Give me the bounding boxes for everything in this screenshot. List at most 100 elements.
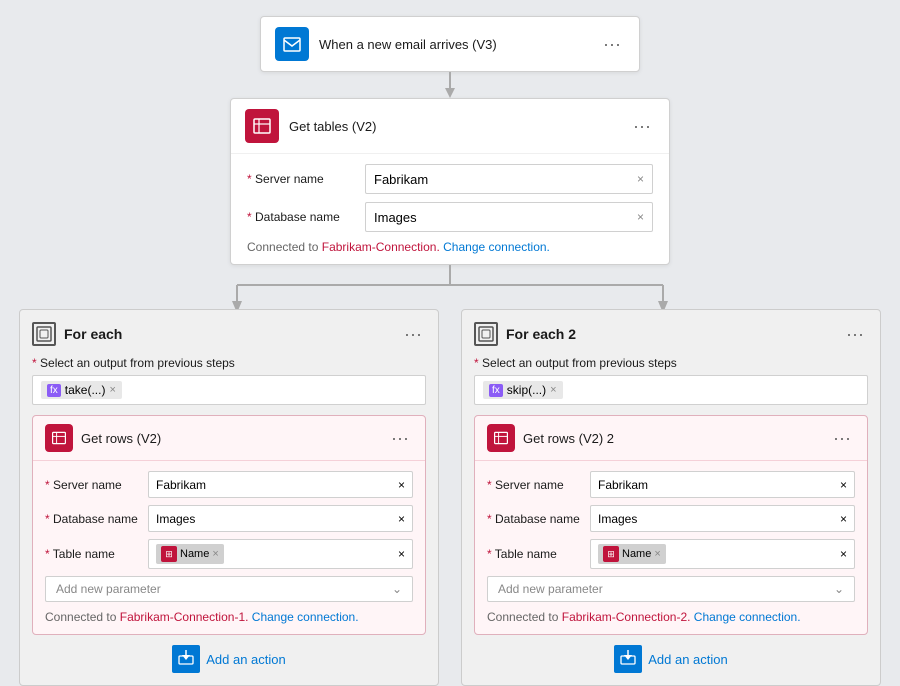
foreach-1-header: For each ··· (32, 322, 426, 346)
database-label: Database name (247, 210, 357, 224)
foreach-1-tag: fx take(...) × (41, 381, 122, 399)
gr1-server-clear[interactable]: × (398, 478, 405, 492)
get-rows-1-body: Server name Fabrikam × Database name Ima… (33, 461, 425, 634)
foreach-2-more-button[interactable]: ··· (842, 325, 868, 343)
gr1-server-label: Server name (45, 478, 140, 492)
foreach-2-add-action-icon (614, 645, 642, 673)
foreach-1-tag-close[interactable]: × (109, 384, 115, 396)
get-rows-1-card: Get rows (V2) ··· Server name Fabrikam × (32, 415, 426, 635)
foreach-2-add-action[interactable]: Add an action (474, 645, 868, 673)
foreach-1-container: For each ··· Select an output from previ… (19, 309, 439, 686)
get-rows-2-icon (487, 424, 515, 452)
get-rows-2-header: Get rows (V2) 2 ··· (475, 416, 867, 461)
gr2-add-param[interactable]: Add new parameter ⌄ (487, 576, 855, 602)
branches-wrapper: For each ··· Select an output from previ… (19, 309, 881, 686)
gr2-table-label: Table name (487, 547, 582, 561)
foreach-2-tag-icon: fx (489, 384, 503, 397)
server-input[interactable]: Fabrikam × (365, 164, 653, 194)
foreach-2-tag: fx skip(...) × (483, 381, 563, 399)
gr1-table-label: Table name (45, 547, 140, 561)
get-tables-connection: Connected to Fabrikam-Connection. Change… (247, 240, 653, 254)
gr2-db-clear[interactable]: × (840, 512, 847, 526)
foreach-1-title: For each (64, 326, 392, 342)
foreach-1-more-button[interactable]: ··· (400, 325, 426, 343)
foreach-2-output-select[interactable]: fx skip(...) × (474, 375, 868, 405)
gr2-db-row: Database name Images × (487, 505, 855, 532)
get-tables-title: Get tables (V2) (289, 119, 619, 134)
gr1-server-input[interactable]: Fabrikam × (148, 471, 413, 498)
get-rows-1-header: Get rows (V2) ··· (33, 416, 425, 461)
get-tables-connection-link[interactable]: Fabrikam-Connection. (322, 240, 440, 254)
gr1-table-input[interactable]: ⊞ Name × × (148, 539, 413, 569)
get-rows-1-more-button[interactable]: ··· (387, 429, 413, 447)
trigger-more-button[interactable]: ··· (599, 35, 625, 53)
foreach-1-icon (32, 322, 56, 346)
gr2-server-input[interactable]: Fabrikam × (590, 471, 855, 498)
trigger-card: When a new email arrives (V3) ··· (260, 16, 640, 72)
database-field-row: Database name Images × (247, 202, 653, 232)
gr1-connection-link[interactable]: Fabrikam-Connection-1. (120, 610, 249, 624)
get-rows-1-title: Get rows (V2) (81, 431, 379, 446)
get-rows-2-card: Get rows (V2) 2 ··· Server name Fabrikam… (474, 415, 868, 635)
foreach-2-tag-close[interactable]: × (550, 384, 556, 396)
get-rows-2-title: Get rows (V2) 2 (523, 431, 821, 446)
gr2-db-input[interactable]: Images × (590, 505, 855, 532)
gr2-server-label: Server name (487, 478, 582, 492)
gr1-change-connection[interactable]: Change connection. (252, 610, 359, 624)
get-rows-1-icon (45, 424, 73, 452)
gr1-connection: Connected to Fabrikam-Connection-1. Chan… (45, 610, 413, 624)
foreach-1-output-label: Select an output from previous steps (32, 356, 426, 370)
foreach-2-icon (474, 322, 498, 346)
foreach-1-add-action[interactable]: Add an action (32, 645, 426, 673)
trigger-icon (275, 27, 309, 61)
gr1-table-row: Table name ⊞ Name × × (45, 539, 413, 569)
trigger-title: When a new email arrives (V3) (319, 37, 589, 52)
foreach-1-output-select[interactable]: fx take(...) × (32, 375, 426, 405)
gr2-table-row: Table name ⊞ Name × × (487, 539, 855, 569)
gr2-connection-link[interactable]: Fabrikam-Connection-2. (562, 610, 691, 624)
gr1-table-clear[interactable]: × (398, 547, 405, 561)
foreach-1-tag-label: take(...) (65, 383, 106, 397)
get-tables-icon (245, 109, 279, 143)
get-rows-2-body: Server name Fabrikam × Database name Ima… (475, 461, 867, 634)
get-rows-2-more-button[interactable]: ··· (829, 429, 855, 447)
foreach-2-add-action-label: Add an action (648, 652, 728, 667)
gr2-connection: Connected to Fabrikam-Connection-2. Chan… (487, 610, 855, 624)
gr2-table-clear[interactable]: × (840, 547, 847, 561)
gr1-db-clear[interactable]: × (398, 512, 405, 526)
gr2-table-input[interactable]: ⊞ Name × × (590, 539, 855, 569)
gr1-add-param[interactable]: Add new parameter ⌄ (45, 576, 413, 602)
server-clear-button[interactable]: × (637, 172, 644, 186)
connector-arrow-1 (444, 72, 456, 98)
get-tables-body: Server name Fabrikam × Database name Ima… (231, 154, 669, 264)
gr2-db-label: Database name (487, 512, 582, 526)
server-field-row: Server name Fabrikam × (247, 164, 653, 194)
database-clear-button[interactable]: × (637, 210, 644, 224)
get-tables-header: Get tables (V2) ··· (231, 99, 669, 154)
gr1-server-row: Server name Fabrikam × (45, 471, 413, 498)
get-tables-more-button[interactable]: ··· (629, 117, 655, 135)
foreach-1-tag-icon: fx (47, 384, 61, 397)
gr2-table-tag: ⊞ Name × (598, 544, 666, 564)
foreach-2-title: For each 2 (506, 326, 834, 342)
gr2-table-tag-icon: ⊞ (603, 546, 619, 562)
get-tables-change-connection[interactable]: Change connection. (443, 240, 550, 254)
gr1-db-input[interactable]: Images × (148, 505, 413, 532)
foreach-2-tag-label: skip(...) (507, 383, 546, 397)
gr1-table-tag: ⊞ Name × (156, 544, 224, 564)
foreach-1-add-action-label: Add an action (206, 652, 286, 667)
gr1-table-tag-icon: ⊞ (161, 546, 177, 562)
gr2-server-row: Server name Fabrikam × (487, 471, 855, 498)
workflow-canvas: When a new email arrives (V3) ··· Ge (15, 16, 885, 686)
foreach-2-output-label: Select an output from previous steps (474, 356, 868, 370)
foreach-1-add-action-icon (172, 645, 200, 673)
database-input[interactable]: Images × (365, 202, 653, 232)
gr1-db-label: Database name (45, 512, 140, 526)
gr2-change-connection[interactable]: Change connection. (694, 610, 801, 624)
gr2-server-clear[interactable]: × (840, 478, 847, 492)
gr2-table-tag-label: Name (622, 548, 651, 560)
foreach-2-header: For each 2 ··· (474, 322, 868, 346)
get-tables-card: Get tables (V2) ··· Server name Fabrikam… (230, 98, 670, 265)
gr1-db-row: Database name Images × (45, 505, 413, 532)
server-label: Server name (247, 172, 357, 186)
